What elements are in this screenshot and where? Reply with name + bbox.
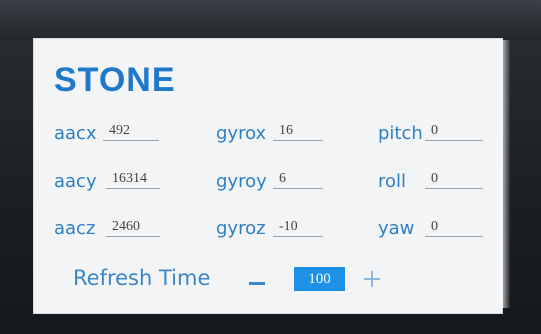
roll-value: 0 — [425, 170, 483, 189]
gyroz-label: gyroz — [216, 218, 266, 239]
yaw-value: 0 — [425, 218, 483, 237]
aacz-value: 2460 — [106, 218, 160, 237]
pitch-label: pitch — [378, 123, 423, 144]
gyroy-label: gyroy — [216, 171, 267, 192]
aacy-value: 16314 — [106, 170, 160, 189]
yaw-label: yaw — [378, 218, 415, 239]
device-frame: STONE aacx 492 gyrox 16 pitch 0 aacy 163… — [0, 0, 541, 334]
aacy-label: aacy — [54, 171, 97, 192]
aacx-value: 492 — [103, 122, 159, 141]
aacx-label: aacx — [54, 123, 97, 144]
device-bezel — [0, 0, 541, 40]
screen-glare — [496, 40, 510, 308]
pitch-value: 0 — [425, 122, 483, 141]
gyroz-value: -10 — [273, 218, 323, 237]
gyrox-value: 16 — [273, 122, 323, 141]
increment-button[interactable] — [363, 270, 381, 288]
refresh-time-label: Refresh Time — [73, 266, 211, 290]
decrement-button[interactable] — [247, 274, 267, 294]
roll-label: roll — [378, 171, 407, 192]
aacz-label: aacz — [54, 218, 96, 239]
gyrox-label: gyrox — [216, 123, 267, 144]
display-screen: STONE aacx 492 gyrox 16 pitch 0 aacy 163… — [33, 38, 503, 314]
gyroy-value: 6 — [273, 170, 323, 189]
app-title: STONE — [54, 61, 176, 99]
refresh-time-input[interactable] — [294, 267, 345, 291]
